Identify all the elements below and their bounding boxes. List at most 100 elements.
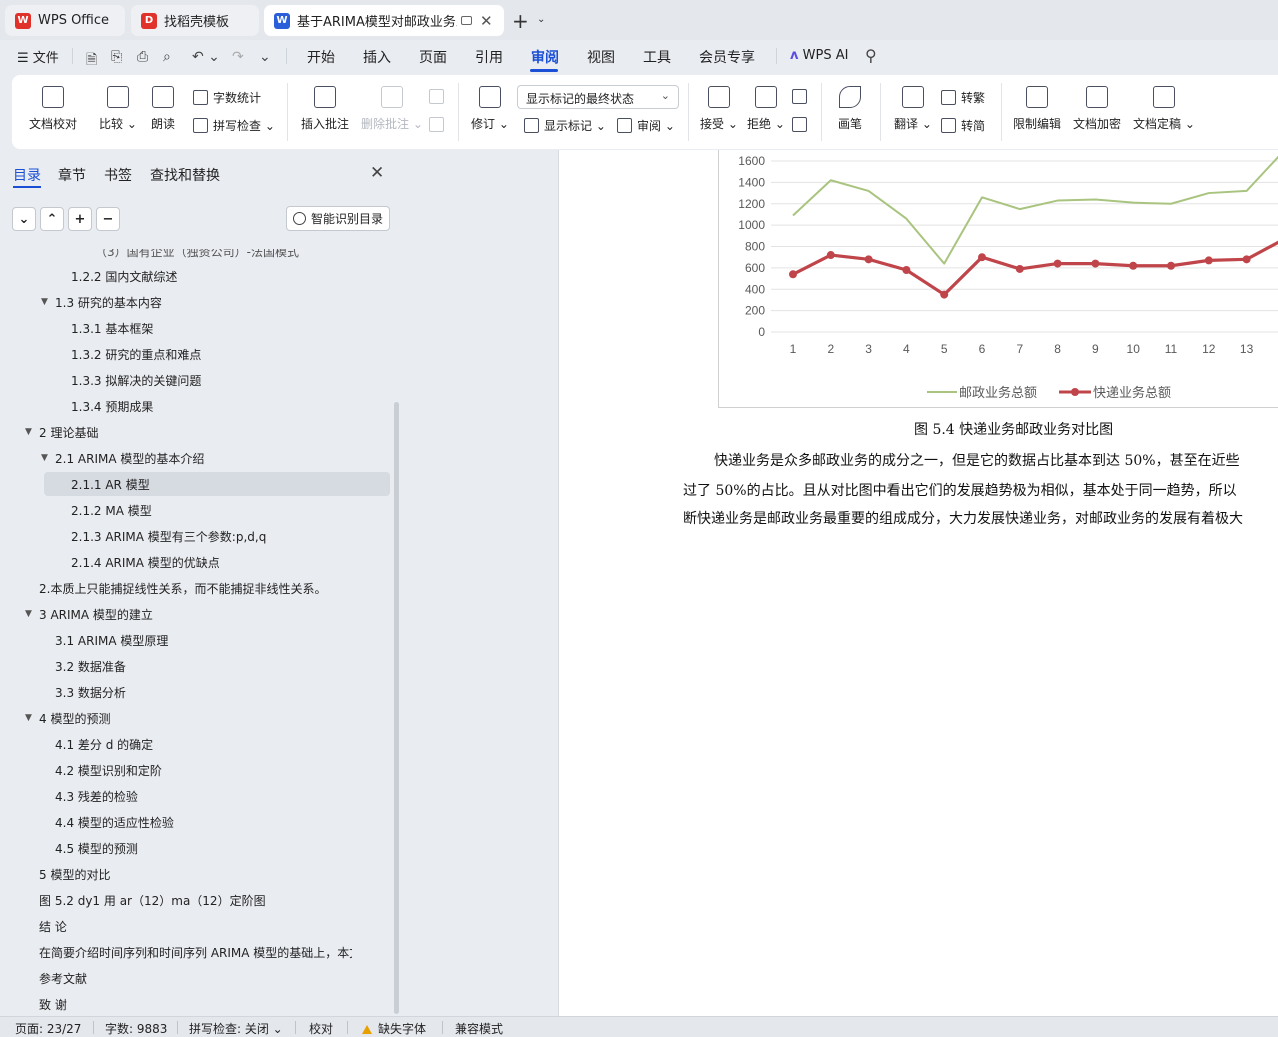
close-pane-icon[interactable]: ✕ xyxy=(370,163,384,183)
tab-find-replace[interactable]: 查找和替换 xyxy=(150,165,220,185)
toc-item[interactable]: 3.1 ARIMA 模型原理 xyxy=(0,628,390,652)
toc-item[interactable]: 在简要介绍时间序列和时间序列 ARIMA 模型的基础上，本文... xyxy=(0,940,390,964)
insert-comment-button[interactable]: 插入批注 xyxy=(301,86,349,132)
word-count-indicator[interactable]: 字数: 9883 xyxy=(105,1020,167,1037)
toc-item[interactable]: ▼ 2.1 ARIMA 模型的基本介绍 xyxy=(0,446,390,470)
toc-item[interactable]: 4.4 模型的适应性检验 xyxy=(0,810,390,834)
toc-item[interactable]: 1.3.2 研究的重点和难点 xyxy=(0,342,390,366)
toc-item[interactable]: 4.3 残差的检验 xyxy=(0,784,390,808)
expand-triangle-icon[interactable]: ▼ xyxy=(25,609,32,619)
toc-item[interactable]: 2.1.4 ARIMA 模型的优缺点 xyxy=(0,550,390,574)
chevron-up-icon[interactable]: ⌃ xyxy=(40,207,64,231)
search-icon[interactable]: ⚲ xyxy=(865,46,877,65)
add-heading-icon[interactable]: + xyxy=(68,207,92,231)
file-menu[interactable]: ☰ 文件 xyxy=(17,47,59,66)
toc-item[interactable]: 致 谢 xyxy=(0,992,390,1016)
delete-comment-button[interactable]: 删除批注 ⌄ xyxy=(361,86,423,132)
toc-item[interactable]: 图 5.2 dy1 用 ar（12）ma（12）定阶图 xyxy=(0,888,390,912)
accept-button[interactable]: 接受 ⌄ xyxy=(700,86,738,132)
export-icon[interactable]: ⎘ xyxy=(111,49,122,65)
markup-state-select[interactable]: 显示标记的最终状态 ⌄ xyxy=(517,85,679,109)
toc-item[interactable]: 4.2 模型识别和定阶 xyxy=(0,758,390,782)
redo-icon[interactable]: ↷ xyxy=(232,49,244,65)
spell-check-status[interactable]: 拼写检查: 关闭 ⌄ xyxy=(189,1020,283,1037)
print-icon[interactable]: ⎙ xyxy=(137,49,148,65)
toc-scrollbar[interactable] xyxy=(394,402,399,1014)
toc-item[interactable]: 2.本质上只能捕捉线性关系，而不能捕捉非线性关系。 xyxy=(0,576,390,600)
prev-comment-icon[interactable] xyxy=(429,89,449,104)
toc-item[interactable]: 参考文献 xyxy=(0,966,390,990)
toc-item[interactable]: 1.3.1 基本框架 xyxy=(0,316,390,340)
missing-font-status[interactable]: 缺失字体 xyxy=(362,1020,426,1037)
menu-insert[interactable]: 插入 xyxy=(363,47,391,67)
toc-item[interactable]: 3.3 数据分析 xyxy=(0,680,390,704)
toc-item[interactable]: ▼ 4 模型的预测 xyxy=(0,706,390,730)
menu-page[interactable]: 页面 xyxy=(419,47,447,67)
toc-item[interactable]: 1.2.2 国内文献综述 xyxy=(0,264,390,288)
expand-triangle-icon[interactable]: ▼ xyxy=(41,297,48,307)
wps-ai-button[interactable]: ᴧ WPS AI xyxy=(790,48,848,63)
close-tab-icon[interactable]: ✕ xyxy=(480,12,493,30)
toc-item[interactable]: 3.2 数据准备 xyxy=(0,654,390,678)
tab-chapters[interactable]: 章节 xyxy=(58,165,86,185)
toc-item[interactable]: 结 论 xyxy=(0,914,390,938)
monitor-icon[interactable] xyxy=(461,16,472,25)
page-indicator[interactable]: 页面: 23/27 xyxy=(15,1020,81,1037)
menu-reference[interactable]: 引用 xyxy=(475,47,503,67)
finalize-button[interactable]: 文档定稿 ⌄ xyxy=(1133,86,1195,132)
tab-list-chevron-icon[interactable]: ⌄ xyxy=(537,14,545,25)
revise-button[interactable]: 修订 ⌄ xyxy=(471,86,509,132)
translate-button[interactable]: 翻译 ⌄ xyxy=(894,86,932,132)
review-pane-button[interactable]: 审阅 ⌄ xyxy=(617,117,675,134)
toc-item[interactable]: 2.1.3 ARIMA 模型有三个参数:p,d,q xyxy=(0,524,390,548)
restrict-edit-button[interactable]: 限制编辑 xyxy=(1013,86,1061,132)
toc-item[interactable]: 4.5 模型的预测 xyxy=(0,836,390,860)
expand-triangle-icon[interactable]: ▼ xyxy=(25,713,32,723)
toc-item[interactable]: ▼ 1.3 研究的基本内容 xyxy=(0,290,390,314)
prev-change-icon[interactable] xyxy=(792,89,812,104)
toc-item[interactable]: 1.3.4 预期成果 xyxy=(0,394,390,418)
more-quick-access-icon[interactable]: ⌄ xyxy=(259,49,271,65)
tab-template[interactable]: D 找稻壳模板 xyxy=(131,5,259,36)
pen-button[interactable]: 画笔 xyxy=(838,86,862,132)
print-preview-icon[interactable]: ⌕ xyxy=(163,49,171,65)
menu-home[interactable]: 开始 xyxy=(307,47,335,67)
read-aloud-button[interactable]: 朗读 xyxy=(151,86,175,132)
save-icon[interactable]: 🗎 xyxy=(86,49,97,73)
collapse-chevron-down-icon[interactable]: ⌄ xyxy=(12,207,36,231)
to-traditional-button[interactable]: 转繁 xyxy=(941,89,985,106)
undo-icon[interactable]: ↶ ⌄ xyxy=(192,49,220,65)
toc-item[interactable]: ▼ 3 ARIMA 模型的建立 xyxy=(0,602,390,626)
new-tab-icon[interactable]: + xyxy=(512,9,529,33)
menu-review[interactable]: 审阅 xyxy=(531,47,559,67)
reject-button[interactable]: 拒绝 ⌄ xyxy=(747,86,785,132)
compare-button[interactable]: 比较 ⌄ xyxy=(99,86,137,132)
tab-wps-office[interactable]: W WPS Office xyxy=(5,5,125,36)
toc-item[interactable]: ▼ 2 理论基础 xyxy=(0,420,390,444)
toc-item[interactable]: 2.1.2 MA 模型 xyxy=(0,498,390,522)
tab-toc[interactable]: 目录 xyxy=(13,165,41,185)
word-count-button[interactable]: 字数统计 xyxy=(193,89,261,106)
smart-toc-button[interactable]: 智能识别目录 xyxy=(286,206,390,231)
doc-check-button[interactable]: 文档校对 xyxy=(29,86,77,132)
spell-check-button[interactable]: 拼写检查 ⌄ xyxy=(193,117,275,134)
show-markup-button[interactable]: 显示标记 ⌄ xyxy=(524,117,606,134)
to-simplified-button[interactable]: 转简 xyxy=(941,117,985,134)
proof-status[interactable]: 校对 xyxy=(309,1020,333,1037)
expand-triangle-icon[interactable]: ▼ xyxy=(41,453,48,463)
tab-bookmarks[interactable]: 书签 xyxy=(104,165,132,185)
next-comment-icon[interactable] xyxy=(429,117,449,132)
expand-triangle-icon[interactable]: ▼ xyxy=(25,427,32,437)
encrypt-button[interactable]: 文档加密 xyxy=(1073,86,1121,132)
toc-item[interactable]: 4.1 差分 d 的确定 xyxy=(0,732,390,756)
remove-heading-icon[interactable]: − xyxy=(96,207,120,231)
tab-document[interactable]: W 基于ARIMA模型对邮政业务总 ✕ xyxy=(264,5,504,36)
menu-view[interactable]: 视图 xyxy=(587,47,615,67)
menu-tools[interactable]: 工具 xyxy=(643,47,671,67)
toc-item[interactable]: 5 模型的对比 xyxy=(0,862,390,886)
toc-item[interactable]: 2.1.1 AR 模型 xyxy=(44,472,390,496)
next-change-icon[interactable] xyxy=(792,117,812,132)
menu-member[interactable]: 会员专享 xyxy=(699,47,755,67)
toc-item[interactable]: 1.3.3 拟解决的关键问题 xyxy=(0,368,390,392)
chart-frame[interactable]: 0 200 400 600 800 1000 1200 1400 1600 1 2 3 4 5 6 7 8 9 10… xyxy=(718,150,1278,408)
